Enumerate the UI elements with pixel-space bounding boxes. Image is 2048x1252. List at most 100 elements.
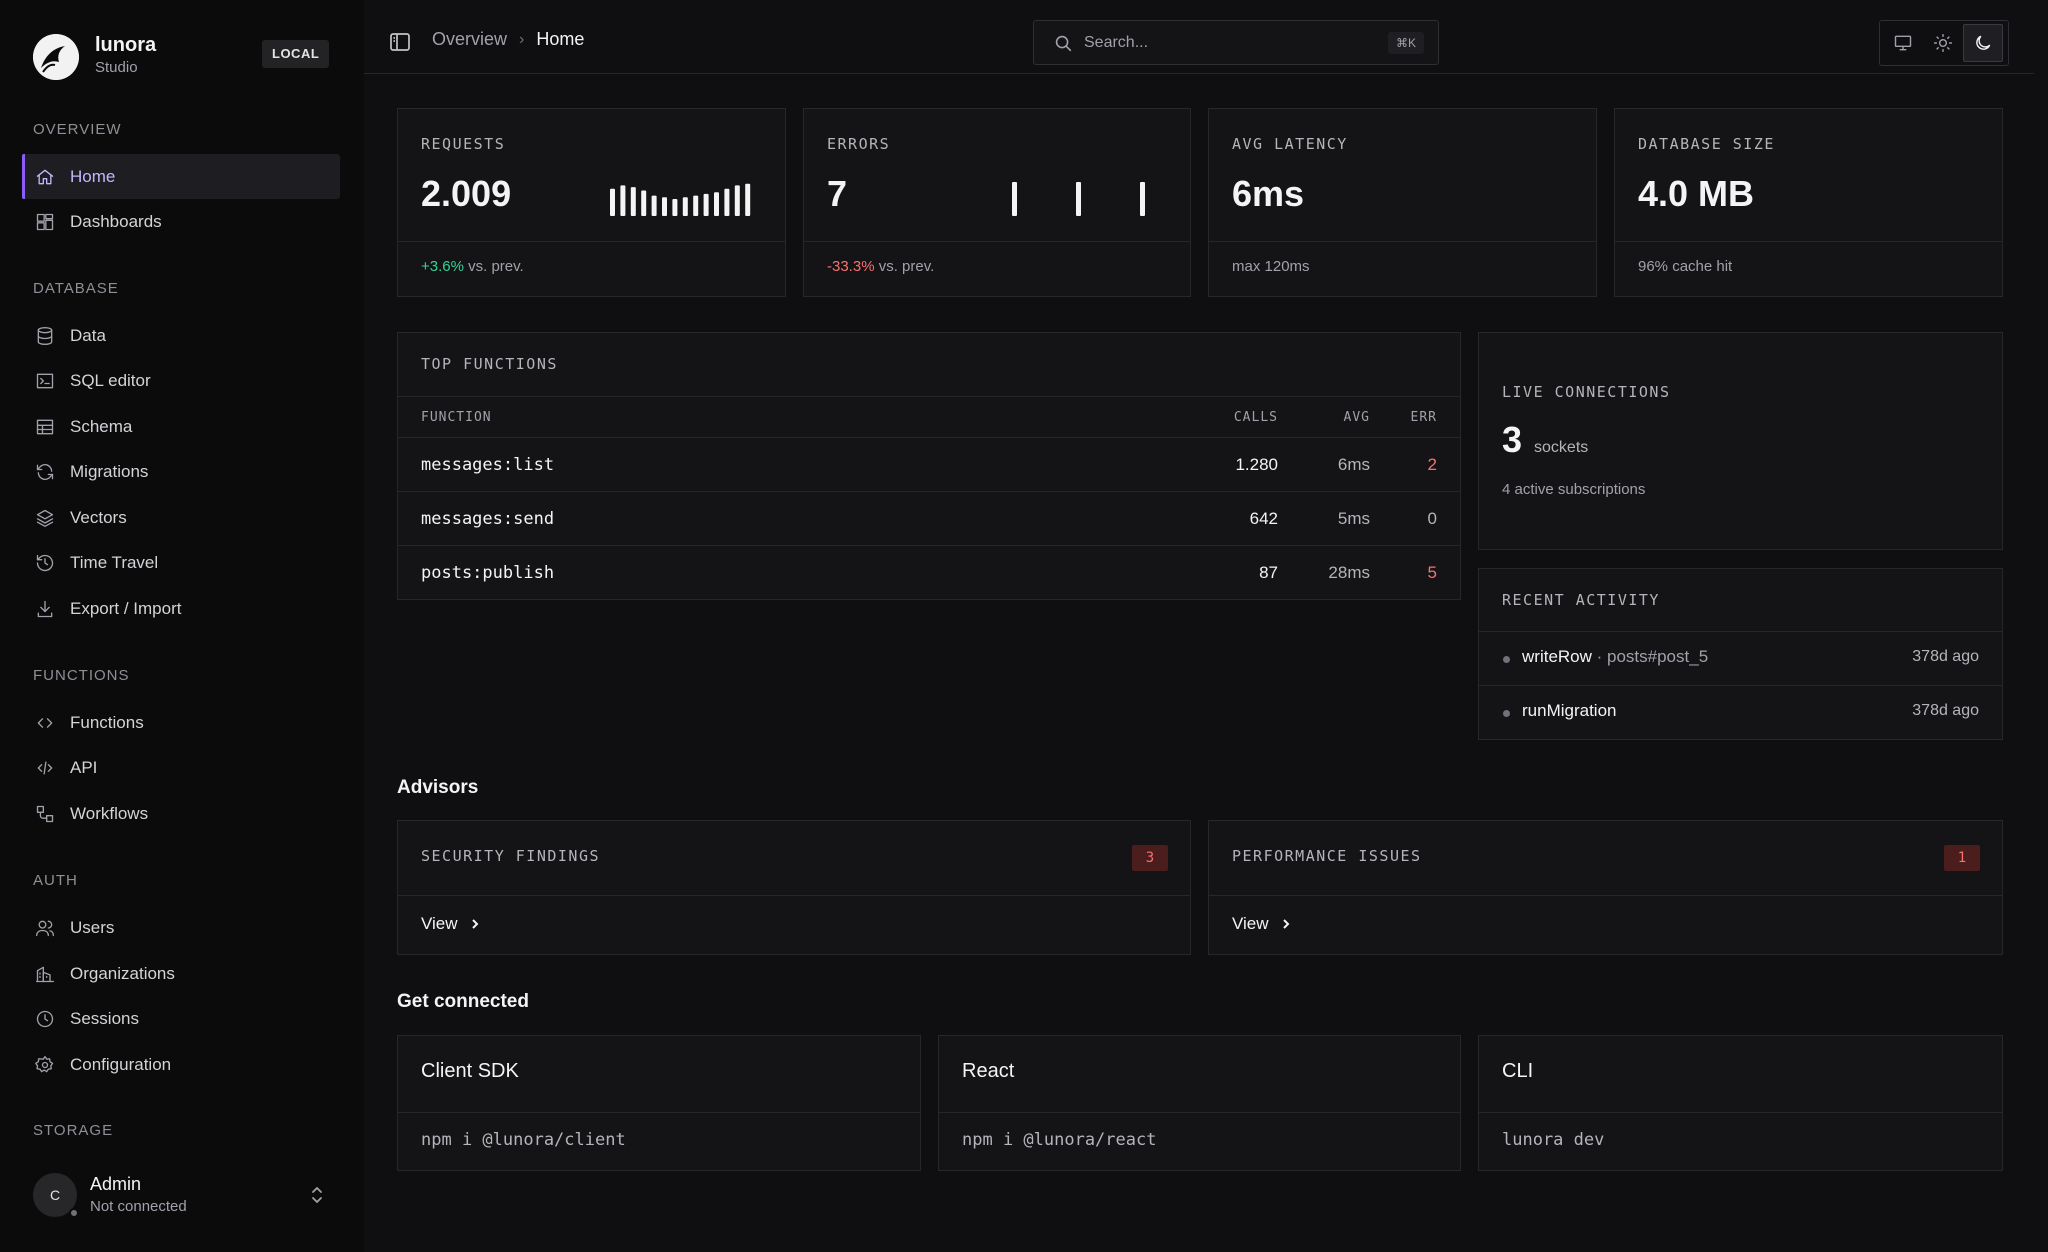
- brand-subtitle: Studio: [95, 59, 138, 76]
- sidebar-item-label: Vectors: [70, 507, 127, 527]
- errors-sparkline: [1012, 182, 1145, 216]
- function-name: messages:list: [421, 455, 555, 475]
- sidebar-item-api[interactable]: API: [22, 745, 340, 790]
- stat-label: REQUESTS: [421, 135, 506, 153]
- download-icon: [34, 598, 56, 620]
- table-row[interactable]: messages:list 1.280 6ms 2: [398, 438, 1460, 492]
- sparkline-bar: [714, 192, 719, 216]
- sparkline-bar: [703, 193, 709, 216]
- sidebar-item-time-travel[interactable]: Time Travel: [22, 540, 340, 585]
- performance-issues-card: PERFORMANCE ISSUES 1 View: [1208, 820, 2003, 955]
- dashboard-icon: [34, 211, 56, 233]
- sidebar-toggle-icon[interactable]: [388, 30, 412, 54]
- nav-section-storage: STORAGE: [33, 1122, 114, 1139]
- connect-card-client-sdk[interactable]: Client SDK npm i @lunora/client: [397, 1035, 921, 1171]
- table-icon: [34, 416, 56, 438]
- breadcrumb-overview[interactable]: Overview: [432, 29, 507, 50]
- nav-section-functions: FUNCTIONS: [33, 667, 130, 684]
- sidebar-item-functions[interactable]: Functions: [22, 700, 340, 745]
- sparkline-bar: [662, 197, 667, 216]
- code-xml-icon: [34, 757, 56, 779]
- sidebar: lunora Studio LOCAL OVERVIEW Home Dashbo…: [0, 0, 364, 1252]
- activity-text: writeRow · posts#post_5: [1522, 647, 1708, 667]
- sidebar-item-migrations[interactable]: Migrations: [22, 449, 340, 494]
- sidebar-item-sql-editor[interactable]: SQL editor: [22, 358, 340, 403]
- table-row[interactable]: messages:send 642 5ms 0: [398, 492, 1460, 546]
- live-count-unit: sockets: [1534, 439, 1589, 456]
- brand-name: lunora: [95, 34, 157, 56]
- connect-command[interactable]: lunora dev: [1502, 1130, 1604, 1150]
- building-icon: [34, 963, 56, 985]
- sidebar-item-label: Users: [70, 917, 115, 937]
- connect-card-cli[interactable]: CLI lunora dev: [1478, 1035, 2003, 1171]
- layers-icon: [34, 507, 56, 529]
- sidebar-item-users[interactable]: Users: [22, 905, 340, 950]
- activity-item[interactable]: runMigration 378d ago: [1479, 685, 2002, 739]
- sidebar-item-label: Functions: [70, 712, 144, 732]
- stat-footer: -33.3% vs. prev.: [827, 258, 934, 275]
- activity-dot: [1503, 656, 1510, 663]
- stat-value: 4.0 MB: [1638, 173, 1755, 214]
- sparkline-bar: [641, 190, 647, 216]
- connection-status-dot: [69, 1208, 79, 1218]
- function-calls: 1.280: [1235, 455, 1278, 474]
- user-menu[interactable]: C Admin Not connected: [33, 1170, 333, 1220]
- connect-card-title: CLI: [1502, 1060, 1534, 1082]
- refresh-icon: [34, 461, 56, 483]
- sidebar-item-export-import[interactable]: Export / Import: [22, 586, 340, 631]
- sidebar-item-configuration[interactable]: Configuration: [22, 1042, 340, 1087]
- view-security-button[interactable]: View: [421, 914, 482, 934]
- table-row[interactable]: posts:publish 87 28ms 5: [398, 546, 1460, 600]
- sparkline-bar: [1012, 182, 1017, 216]
- stat-card-requests: REQUESTS 2.009 +3.6% vs. prev.: [397, 108, 786, 297]
- activity-action: writeRow: [1522, 647, 1592, 666]
- environment-badge: LOCAL: [262, 40, 330, 68]
- sidebar-item-label: Sessions: [70, 1008, 139, 1028]
- sidebar-item-organizations[interactable]: Organizations: [22, 951, 340, 996]
- user-status: Not connected: [90, 1198, 187, 1215]
- chevrons-up-down-icon[interactable]: [307, 1184, 327, 1206]
- card-title: PERFORMANCE ISSUES: [1232, 847, 1422, 865]
- connect-card-title: React: [962, 1060, 1015, 1082]
- database-icon: [34, 325, 56, 347]
- sidebar-item-home[interactable]: Home: [22, 154, 340, 199]
- sidebar-item-label: Workflows: [70, 803, 149, 823]
- connect-command[interactable]: npm i @lunora/client: [421, 1130, 626, 1150]
- sidebar-item-data[interactable]: Data: [22, 313, 340, 358]
- sidebar-item-vectors[interactable]: Vectors: [22, 495, 340, 540]
- stat-footer: 96% cache hit: [1638, 258, 1733, 275]
- table-title: TOP FUNCTIONS: [421, 355, 558, 373]
- monitor-icon[interactable]: [1883, 24, 1923, 62]
- sidebar-item-label: Dashboards: [70, 211, 162, 231]
- connect-card-react[interactable]: React npm i @lunora/react: [938, 1035, 1461, 1171]
- sparkline-bar: [1076, 182, 1081, 216]
- search-input[interactable]: Search... ⌘K: [1033, 20, 1439, 65]
- sidebar-item-dashboards[interactable]: Dashboards: [22, 199, 340, 244]
- activity-dot: [1503, 710, 1510, 717]
- nav-section-database: DATABASE: [33, 280, 119, 297]
- sidebar-item-schema[interactable]: Schema: [22, 404, 340, 449]
- get-connected-heading: Get connected: [397, 991, 529, 1012]
- sidebar-item-sessions[interactable]: Sessions: [22, 996, 340, 1041]
- user-name: Admin: [90, 1174, 142, 1194]
- sidebar-item-label: Export / Import: [70, 598, 182, 618]
- activity-item[interactable]: writeRow · posts#post_5 378d ago: [1479, 631, 2002, 685]
- sparkline-bar: [734, 185, 740, 216]
- sparkline-bar: [745, 183, 751, 216]
- sun-icon[interactable]: [1923, 24, 1963, 62]
- advisors-heading: Advisors: [397, 777, 479, 798]
- sparkline-bar: [672, 199, 678, 216]
- sidebar-item-workflows[interactable]: Workflows: [22, 791, 340, 836]
- card-title: RECENT ACTIVITY: [1502, 591, 1660, 609]
- function-name: posts:publish: [421, 563, 555, 583]
- connect-card-title: Client SDK: [421, 1060, 519, 1082]
- connect-command[interactable]: npm i @lunora/react: [962, 1130, 1156, 1150]
- view-label: View: [1232, 914, 1269, 933]
- view-label: View: [421, 914, 458, 933]
- moon-icon[interactable]: [1963, 24, 2003, 62]
- view-performance-button[interactable]: View: [1232, 914, 1293, 934]
- breadcrumb-current: Home: [536, 29, 585, 49]
- topbar: Overview › Home Search... ⌘K: [364, 0, 2034, 74]
- lunora-logo-icon: [33, 34, 79, 80]
- table-header: FUNCTION CALLS AVG ERR: [398, 396, 1460, 438]
